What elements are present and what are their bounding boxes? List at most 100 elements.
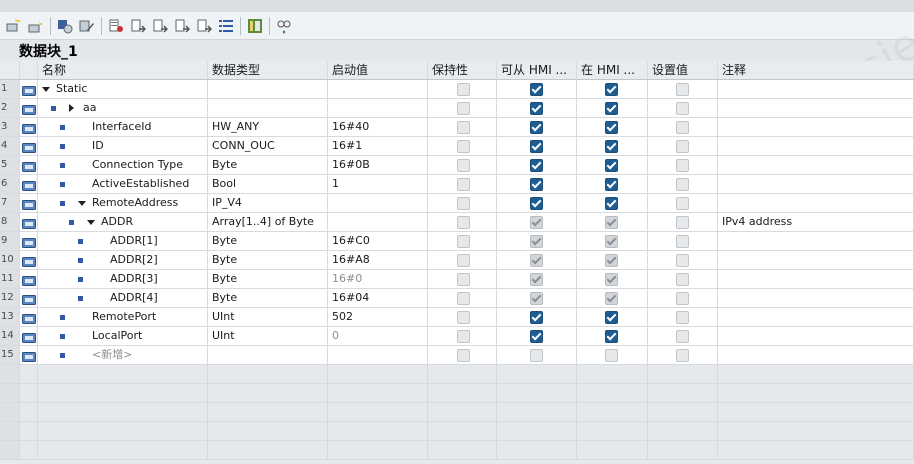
name-cell[interactable]: ADDR[4] (38, 289, 208, 308)
start-value-cell[interactable] (328, 213, 428, 232)
data-type-cell[interactable]: IP_V4 (208, 194, 328, 213)
accessible-from-hmi-checkbox[interactable] (530, 178, 543, 191)
copy-snapshot-icon[interactable] (151, 17, 168, 34)
visible-in-hmi-checkbox[interactable] (605, 83, 618, 96)
edit-icon[interactable] (78, 17, 95, 34)
start-value-cell[interactable] (328, 346, 428, 365)
columns-icon[interactable] (246, 17, 263, 34)
comment-cell[interactable] (718, 308, 914, 327)
visible-in-hmi-checkbox[interactable] (605, 254, 618, 267)
data-type-cell[interactable]: Byte (208, 251, 328, 270)
data-type-cell[interactable]: Array[1..4] of Byte (208, 213, 328, 232)
reset-start-icon[interactable] (107, 17, 124, 34)
name-cell[interactable]: InterfaceId (38, 118, 208, 137)
table-row[interactable]: 13 RemotePort UInt 502 (0, 308, 914, 327)
comment-cell[interactable] (718, 346, 914, 365)
visible-in-hmi-checkbox[interactable] (605, 273, 618, 286)
data-type-cell[interactable]: Byte (208, 156, 328, 175)
table-row[interactable]: 3 InterfaceId HW_ANY 16#40 (0, 118, 914, 137)
comment-cell[interactable]: IPv4 address (718, 213, 914, 232)
setpoint-checkbox[interactable] (676, 330, 689, 343)
visible-in-hmi-checkbox[interactable] (605, 121, 618, 134)
retain-checkbox[interactable] (457, 178, 470, 191)
start-value-cell[interactable]: 1 (328, 175, 428, 194)
name-cell[interactable]: Connection Type (38, 156, 208, 175)
accessible-from-hmi-checkbox[interactable] (530, 349, 543, 362)
header-visible-in-hmi[interactable]: 在 HMI ... (577, 61, 648, 80)
retain-checkbox[interactable] (457, 349, 470, 362)
collapse-arrow-icon[interactable] (42, 87, 50, 92)
comment-cell[interactable] (718, 175, 914, 194)
accessible-from-hmi-checkbox[interactable] (530, 140, 543, 153)
accessible-from-hmi-checkbox[interactable] (530, 330, 543, 343)
comment-cell[interactable] (718, 232, 914, 251)
visible-in-hmi-checkbox[interactable] (605, 178, 618, 191)
header-name[interactable]: 名称 (38, 61, 208, 80)
accessible-from-hmi-checkbox[interactable] (530, 197, 543, 210)
visible-in-hmi-checkbox[interactable] (605, 216, 618, 229)
start-value-cell[interactable] (328, 194, 428, 213)
retain-checkbox[interactable] (457, 83, 470, 96)
name-cell[interactable]: aa (38, 99, 208, 118)
setpoint-checkbox[interactable] (676, 349, 689, 362)
start-value-cell[interactable]: 502 (328, 308, 428, 327)
setpoint-checkbox[interactable] (676, 273, 689, 286)
table-row[interactable]: 10 ADDR[2] Byte 16#A8 (0, 251, 914, 270)
setpoint-checkbox[interactable] (676, 292, 689, 305)
name-cell[interactable]: ActiveEstablished (38, 175, 208, 194)
comment-cell[interactable] (718, 289, 914, 308)
load-start-icon[interactable] (173, 17, 190, 34)
data-type-cell[interactable] (208, 80, 328, 99)
expand-arrow-icon[interactable] (69, 104, 74, 112)
table-row[interactable]: 15 <新增> (0, 346, 914, 365)
data-type-cell[interactable]: Bool (208, 175, 328, 194)
name-cell[interactable]: ADDR[1] (38, 232, 208, 251)
start-value-cell[interactable]: 16#0 (328, 270, 428, 289)
retain-checkbox[interactable] (457, 197, 470, 210)
table-row[interactable]: 6 ActiveEstablished Bool 1 (0, 175, 914, 194)
accessible-from-hmi-checkbox[interactable] (530, 216, 543, 229)
name-cell[interactable]: ID (38, 137, 208, 156)
retain-checkbox[interactable] (457, 216, 470, 229)
start-value-cell[interactable] (328, 80, 428, 99)
name-cell[interactable]: ADDR (38, 213, 208, 232)
table-row[interactable]: 9 ADDR[1] Byte 16#C0 (0, 232, 914, 251)
table-row[interactable]: 4 ID CONN_OUC 16#1 (0, 137, 914, 156)
visible-in-hmi-checkbox[interactable] (605, 197, 618, 210)
visible-in-hmi-checkbox[interactable] (605, 311, 618, 324)
data-type-cell[interactable]: Byte (208, 270, 328, 289)
start-value-cell[interactable]: 16#C0 (328, 232, 428, 251)
setpoint-checkbox[interactable] (676, 121, 689, 134)
retain-checkbox[interactable] (457, 159, 470, 172)
comment-cell[interactable] (718, 80, 914, 99)
setpoint-checkbox[interactable] (676, 83, 689, 96)
retain-checkbox[interactable] (457, 330, 470, 343)
accessible-from-hmi-checkbox[interactable] (530, 159, 543, 172)
setpoint-checkbox[interactable] (676, 216, 689, 229)
start-value-cell[interactable]: 16#A8 (328, 251, 428, 270)
accessible-from-hmi-checkbox[interactable] (530, 235, 543, 248)
visible-in-hmi-checkbox[interactable] (605, 159, 618, 172)
start-value-cell[interactable]: 16#04 (328, 289, 428, 308)
setpoint-checkbox[interactable] (676, 140, 689, 153)
header-retain[interactable]: 保持性 (428, 61, 497, 80)
collapse-arrow-icon[interactable] (78, 201, 86, 206)
setpoint-checkbox[interactable] (676, 254, 689, 267)
setpoint-checkbox[interactable] (676, 235, 689, 248)
table-row[interactable]: 11 ADDR[3] Byte 16#0 (0, 270, 914, 289)
collapse-arrow-icon[interactable] (87, 220, 95, 225)
start-value-cell[interactable]: 0 (328, 327, 428, 346)
header-accessible-from-hmi[interactable]: 可从 HMI ... (497, 61, 577, 80)
retain-checkbox[interactable] (457, 273, 470, 286)
table-row[interactable]: 1 Static (0, 80, 914, 99)
data-type-cell[interactable]: CONN_OUC (208, 137, 328, 156)
visible-in-hmi-checkbox[interactable] (605, 292, 618, 305)
setpoint-checkbox[interactable] (676, 197, 689, 210)
visible-in-hmi-checkbox[interactable] (605, 235, 618, 248)
name-cell[interactable]: ADDR[2] (38, 251, 208, 270)
name-cell[interactable]: ADDR[3] (38, 270, 208, 289)
comment-cell[interactable] (718, 327, 914, 346)
data-type-cell[interactable]: UInt (208, 327, 328, 346)
table-row[interactable]: 5 Connection Type Byte 16#0B (0, 156, 914, 175)
setpoint-checkbox[interactable] (676, 159, 689, 172)
